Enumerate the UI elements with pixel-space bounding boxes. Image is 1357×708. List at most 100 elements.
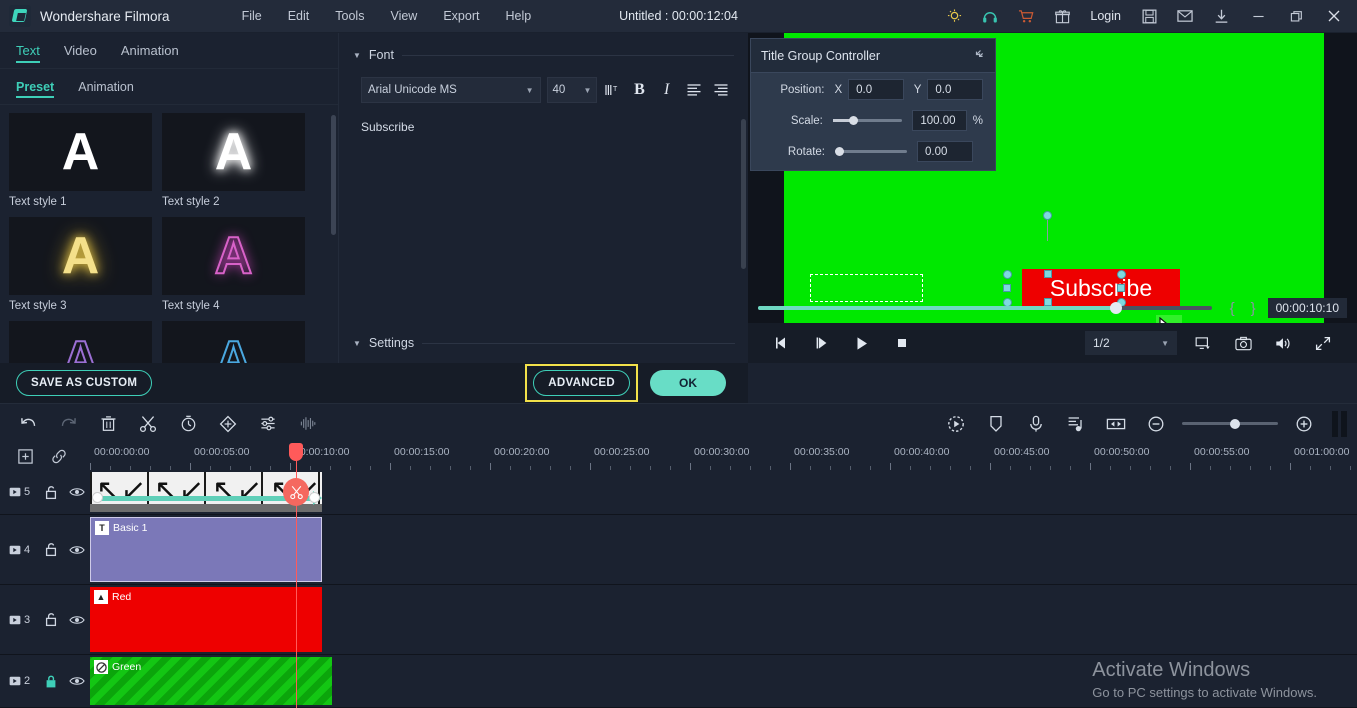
audio-waveform-icon[interactable] <box>288 404 328 444</box>
fit-timeline-icon[interactable] <box>1096 404 1136 444</box>
menu-view[interactable]: View <box>377 5 430 27</box>
save-as-custom-button[interactable]: SAVE AS CUSTOM <box>16 370 153 396</box>
preview-quality-select[interactable]: 1/2 ▼ <box>1085 331 1177 355</box>
subtab-preset[interactable]: Preset <box>16 69 55 105</box>
download-icon[interactable] <box>1203 0 1239 33</box>
login-button[interactable]: Login <box>1080 9 1131 23</box>
panel-resize-handle[interactable] <box>1332 410 1347 437</box>
menu-file[interactable]: File <box>229 5 275 27</box>
track-lane[interactable]: T Basic 1 <box>90 515 1357 584</box>
delete-icon[interactable] <box>88 404 128 444</box>
track-lane[interactable]: ↖↙ ↖↙ ↖↙ ↖↙ <box>90 470 1357 514</box>
preset-item[interactable]: A <box>162 321 305 363</box>
handle-middle-right[interactable] <box>1117 284 1125 292</box>
font-size-select[interactable]: 40 ▼ <box>546 77 598 103</box>
track-visibility-icon[interactable] <box>64 675 90 687</box>
playback-scrubber[interactable] <box>758 302 1212 314</box>
collapse-icon[interactable] <box>971 47 985 64</box>
playhead-handle[interactable] <box>289 443 303 461</box>
volume-icon[interactable] <box>1263 323 1303 363</box>
letter-spacing-icon[interactable]: T <box>599 77 624 103</box>
marker-icon[interactable] <box>976 404 1016 444</box>
rotate-input[interactable]: 0.00 <box>917 141 973 162</box>
mark-out-button[interactable]: } <box>1243 300 1264 317</box>
track-lock-icon[interactable] <box>39 612 65 627</box>
handle-top-center[interactable] <box>1044 270 1052 278</box>
track-visibility-icon[interactable] <box>64 486 90 498</box>
redo-icon[interactable] <box>48 404 88 444</box>
voiceover-icon[interactable] <box>1016 404 1056 444</box>
play-icon[interactable] <box>842 323 882 363</box>
position-x-input[interactable]: 0.0 <box>848 79 904 100</box>
preset-scrollbar[interactable] <box>331 115 336 235</box>
split-playhead-marker[interactable] <box>283 478 309 506</box>
save-icon[interactable] <box>1131 0 1167 33</box>
rotate-slider[interactable] <box>835 147 907 156</box>
tab-animation[interactable]: Animation <box>121 33 179 69</box>
screen-fit-icon[interactable] <box>1183 323 1223 363</box>
text-content-input[interactable]: Subscribe <box>361 115 739 275</box>
mark-in-button[interactable]: { <box>1222 300 1243 317</box>
bulb-icon[interactable] <box>936 0 972 33</box>
track-lane[interactable]: ▲ Red <box>90 585 1357 654</box>
headphone-icon[interactable] <box>972 0 1008 33</box>
scale-input[interactable]: 100.00 <box>912 110 967 131</box>
split-icon[interactable] <box>128 404 168 444</box>
bold-button[interactable]: B <box>627 77 652 103</box>
preset-item[interactable]: A <box>9 321 152 363</box>
handle-top-right[interactable] <box>1117 270 1126 279</box>
fullscreen-icon[interactable] <box>1303 323 1343 363</box>
mail-icon[interactable] <box>1167 0 1203 33</box>
subtab-animation[interactable]: Animation <box>78 69 134 105</box>
preview-timecode[interactable]: 00:00:10:10 <box>1267 298 1347 318</box>
font-family-select[interactable]: Arial Unicode MS ▼ <box>361 77 541 103</box>
close-icon[interactable] <box>1315 0 1353 33</box>
zoom-out-icon[interactable] <box>1136 404 1176 444</box>
zoom-in-icon[interactable] <box>1284 404 1324 444</box>
position-y-input[interactable]: 0.0 <box>927 79 983 100</box>
snapshot-icon[interactable] <box>1223 323 1263 363</box>
render-preview-icon[interactable] <box>936 404 976 444</box>
preset-item[interactable]: A Text style 1 <box>9 113 152 208</box>
next-frame-icon[interactable] <box>802 323 842 363</box>
menu-export[interactable]: Export <box>430 5 492 27</box>
tab-text[interactable]: Text <box>16 33 40 69</box>
speed-icon[interactable] <box>168 404 208 444</box>
menu-help[interactable]: Help <box>492 5 544 27</box>
cart-icon[interactable] <box>1008 0 1044 33</box>
timeline-ruler[interactable]: 00:00:00:00 00:00:05:00 00:00:10:00 00:00:1… <box>90 443 1357 470</box>
add-track-icon[interactable] <box>8 443 42 470</box>
color-adjust-icon[interactable] <box>248 404 288 444</box>
keyframe-icon[interactable] <box>208 404 248 444</box>
menu-tools[interactable]: Tools <box>322 5 377 27</box>
ok-button[interactable]: OK <box>650 370 726 396</box>
advanced-button[interactable]: ADVANCED <box>533 370 630 396</box>
track-lane[interactable]: Green <box>90 655 1357 707</box>
undo-icon[interactable] <box>8 404 48 444</box>
tab-video[interactable]: Video <box>64 33 97 69</box>
menu-edit[interactable]: Edit <box>275 5 323 27</box>
align-right-icon[interactable] <box>709 77 734 103</box>
track-lock-icon[interactable] <box>39 674 65 689</box>
stop-icon[interactable] <box>882 323 922 363</box>
timeline-clip[interactable]: ▲ Red <box>90 587 322 652</box>
align-left-icon[interactable] <box>681 77 706 103</box>
timeline-clip[interactable]: T Basic 1 <box>90 517 322 582</box>
rotate-handle[interactable] <box>1043 211 1052 220</box>
properties-scrollbar[interactable] <box>741 119 746 269</box>
gift-icon[interactable] <box>1044 0 1080 33</box>
preset-item[interactable]: A Text style 2 <box>162 113 305 208</box>
handle-middle-left[interactable] <box>1003 284 1011 292</box>
audio-detach-icon[interactable] <box>1056 404 1096 444</box>
preset-item[interactable]: A Text style 4 <box>162 217 305 312</box>
preset-item[interactable]: A Text style 3 <box>9 217 152 312</box>
link-icon[interactable] <box>42 443 76 470</box>
track-visibility-icon[interactable] <box>64 614 90 626</box>
restore-icon[interactable] <box>1277 0 1315 33</box>
handle-top-left[interactable] <box>1003 270 1012 279</box>
track-visibility-icon[interactable] <box>64 544 90 556</box>
track-lock-icon[interactable] <box>39 485 65 500</box>
italic-button[interactable]: I <box>654 77 679 103</box>
scale-slider[interactable] <box>832 116 903 125</box>
track-lock-icon[interactable] <box>39 542 65 557</box>
